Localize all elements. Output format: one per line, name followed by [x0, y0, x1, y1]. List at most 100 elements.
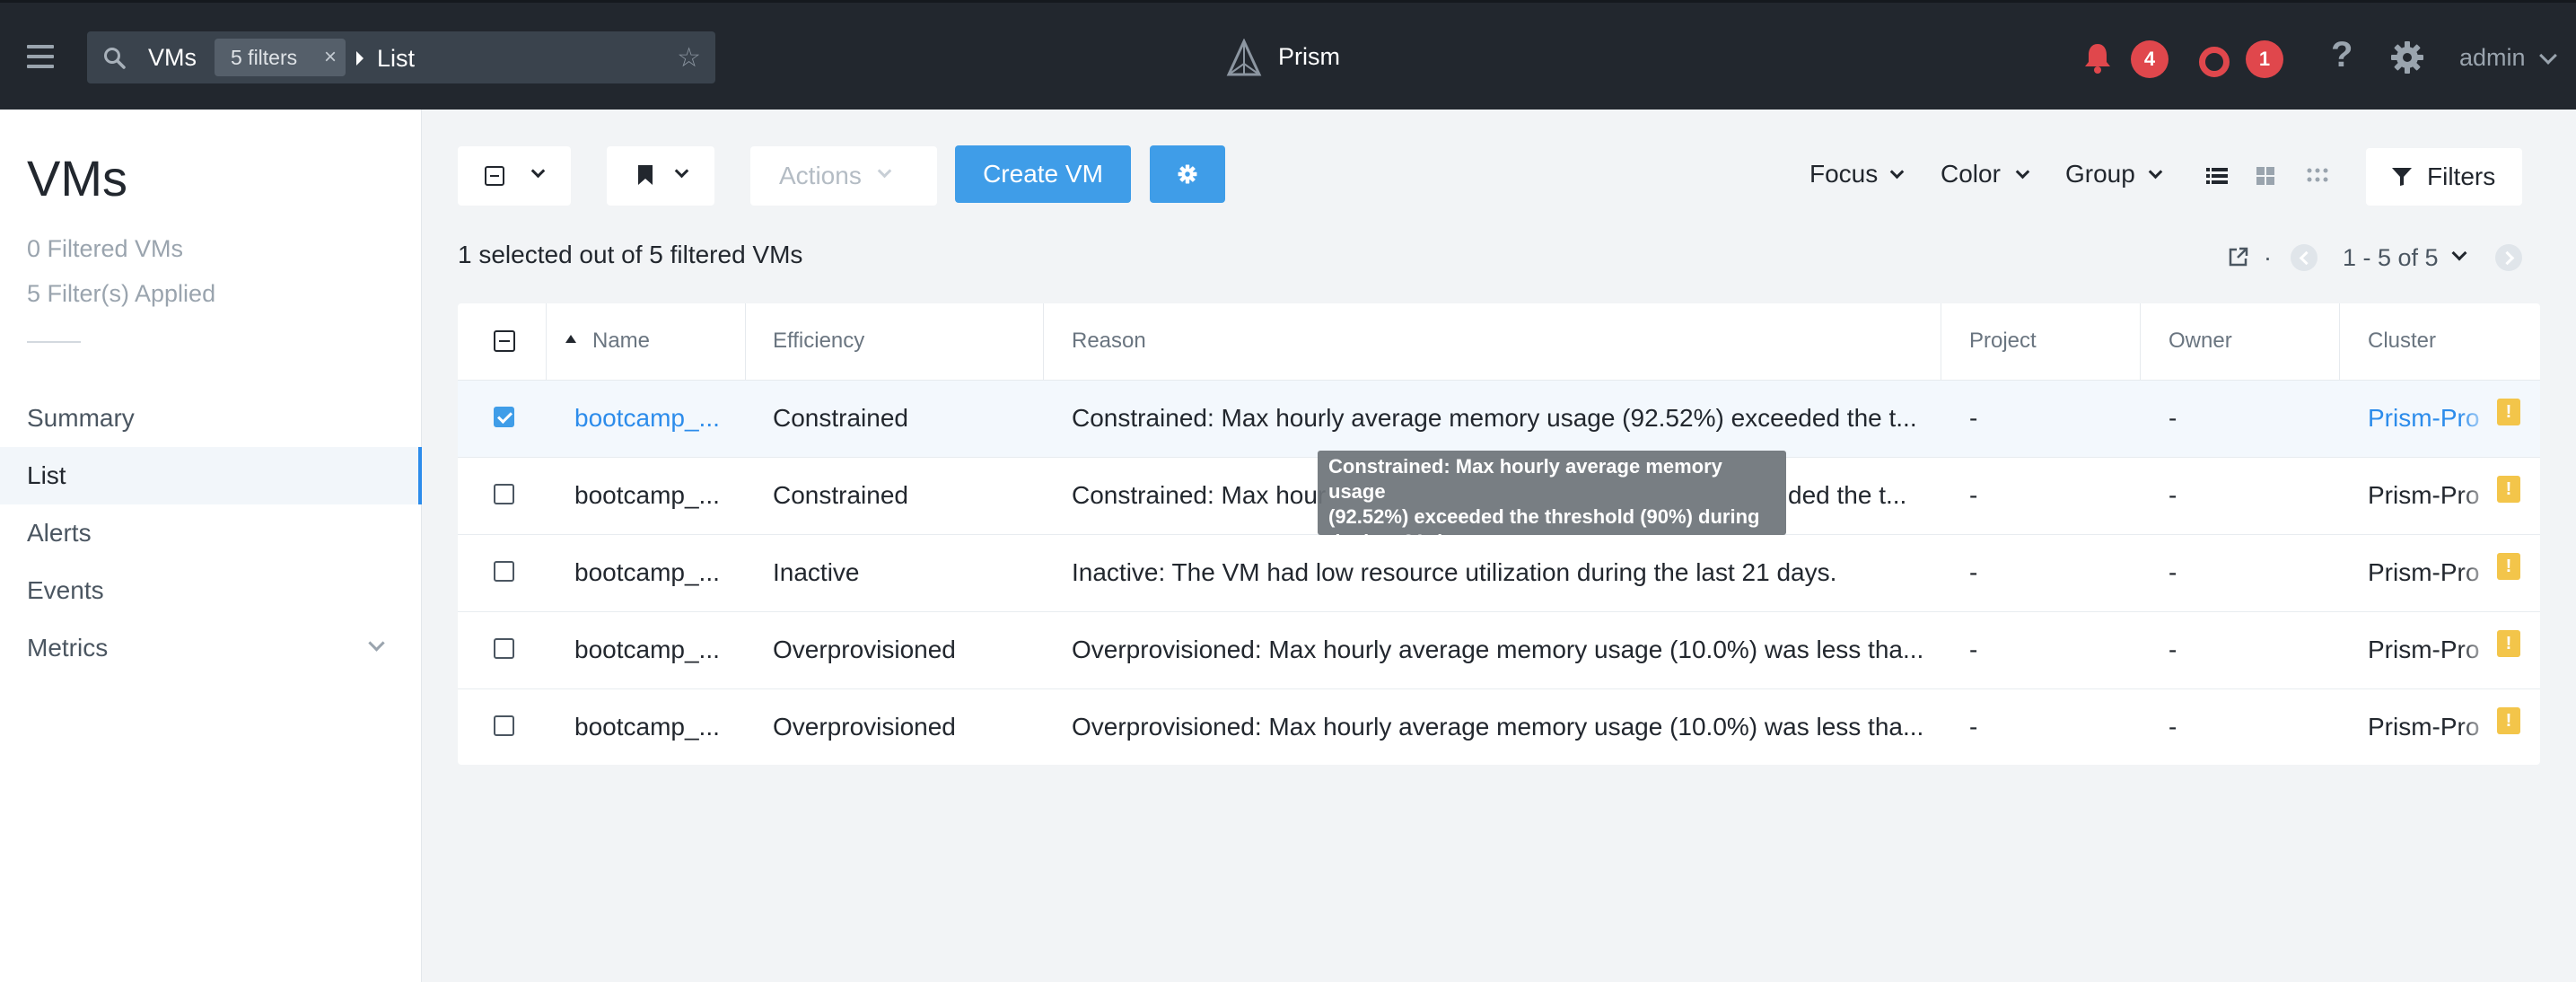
- warning-icon[interactable]: !: [2497, 707, 2520, 734]
- table-header: Name Efficiency Reason Project Owner Clu…: [458, 303, 2540, 381]
- vm-name[interactable]: bootcamp_...: [574, 558, 720, 587]
- create-vm-button[interactable]: Create VM: [955, 145, 1131, 203]
- search-icon: [104, 48, 126, 69]
- row-checkbox[interactable]: [494, 484, 514, 504]
- chevron-down-icon[interactable]: [2015, 164, 2030, 180]
- alerts-count-badge[interactable]: 4: [2131, 40, 2169, 78]
- sidebar-item-metrics[interactable]: Metrics: [0, 619, 422, 677]
- tasks-ring-icon[interactable]: [2199, 47, 2230, 77]
- warning-icon[interactable]: !: [2497, 630, 2520, 657]
- chevron-down-icon: [674, 163, 689, 179]
- sidebar-item-alerts[interactable]: Alerts: [0, 504, 422, 562]
- cell-fade: [2459, 544, 2495, 598]
- column-divider: [2140, 303, 2141, 381]
- filtered-count: 0 Filtered VMs: [27, 235, 184, 262]
- efficiency-cell: Constrained: [773, 404, 908, 432]
- hamburger-menu-icon[interactable]: [27, 45, 54, 68]
- row-checkbox[interactable]: [494, 407, 514, 427]
- column-header-name[interactable]: Name: [592, 329, 650, 354]
- select-all-checkbox[interactable]: [494, 330, 515, 352]
- column-header-cluster[interactable]: Cluster: [2368, 329, 2436, 354]
- breadcrumb-current: List: [377, 45, 416, 72]
- column-divider: [546, 303, 547, 381]
- vm-name[interactable]: bootcamp_...: [574, 481, 720, 510]
- column-header-efficiency[interactable]: Efficiency: [773, 329, 864, 354]
- sort-ascending-icon[interactable]: [565, 335, 576, 343]
- project-cell: -: [1969, 481, 1978, 509]
- warning-icon[interactable]: !: [2497, 476, 2520, 503]
- chevron-down-icon[interactable]: [368, 635, 385, 652]
- sidebar-item-list[interactable]: List: [0, 447, 422, 504]
- chevron-down-icon[interactable]: [2148, 164, 2163, 180]
- cell-fade: [2459, 621, 2495, 675]
- cell-fade: [2459, 467, 2495, 521]
- alerts-bell-icon[interactable]: [2081, 40, 2115, 75]
- tasks-count-badge[interactable]: 1: [2246, 40, 2283, 78]
- settings-button[interactable]: [1150, 145, 1225, 203]
- column-header-reason[interactable]: Reason: [1072, 329, 1146, 354]
- chevron-down-icon[interactable]: [1889, 164, 1905, 180]
- warning-icon[interactable]: !: [2497, 399, 2520, 425]
- sidebar: VMs 0 Filtered VMs 5 Filter(s) Applied S…: [0, 110, 422, 982]
- efficiency-cell: Constrained: [773, 481, 908, 509]
- filter-chip[interactable]: 5 filters ×: [215, 39, 346, 76]
- column-header-owner[interactable]: Owner: [2169, 329, 2232, 354]
- table-row[interactable]: bootcamp_... Overprovisioned Overprovisi…: [458, 689, 2540, 767]
- sidebar-item-summary[interactable]: Summary: [0, 390, 422, 447]
- previous-page-icon[interactable]: [2291, 244, 2318, 271]
- efficiency-cell: Overprovisioned: [773, 636, 956, 663]
- gear-icon[interactable]: [2389, 39, 2425, 75]
- grid-view-icon[interactable]: [2255, 165, 2276, 187]
- filters-button[interactable]: Filters: [2366, 148, 2522, 206]
- project-cell: -: [1969, 404, 1978, 432]
- efficiency-cell: Inactive: [773, 558, 860, 586]
- column-divider: [2339, 303, 2340, 381]
- sidebar-item-metrics-label: Metrics: [27, 634, 109, 662]
- vm-name[interactable]: bootcamp_...: [574, 636, 720, 664]
- group-dropdown[interactable]: Group: [2065, 160, 2135, 189]
- project-cell: -: [1969, 636, 1978, 663]
- chevron-down-icon[interactable]: [2451, 245, 2467, 261]
- user-menu-label[interactable]: admin: [2459, 44, 2526, 72]
- sidebar-item-events[interactable]: Events: [0, 562, 422, 619]
- vm-name-link[interactable]: bootcamp_...: [574, 404, 720, 433]
- table-row[interactable]: bootcamp_... Constrained Constrained: Ma…: [458, 381, 2540, 458]
- export-icon[interactable]: [2228, 246, 2249, 267]
- filters-label: Filters: [2427, 162, 2496, 190]
- focus-dropdown[interactable]: Focus: [1809, 160, 1878, 189]
- prism-logo-icon: [1226, 39, 1262, 76]
- row-checkbox[interactable]: [494, 638, 514, 659]
- warning-icon[interactable]: !: [2497, 553, 2520, 580]
- brand-name: Prism: [1278, 43, 1340, 70]
- row-checkbox[interactable]: [494, 715, 514, 736]
- project-cell: -: [1969, 558, 1978, 586]
- select-dropdown-button[interactable]: [458, 146, 571, 206]
- row-checkbox[interactable]: [494, 561, 514, 582]
- bookmark-dropdown-button[interactable]: [607, 146, 714, 206]
- vm-name[interactable]: bootcamp_...: [574, 713, 720, 741]
- reason-cell: Overprovisioned: Max hourly average memo…: [1072, 636, 1924, 663]
- owner-cell: -: [2169, 558, 2177, 586]
- table-row[interactable]: bootcamp_... Overprovisioned Overprovisi…: [458, 612, 2540, 689]
- column-divider: [745, 303, 746, 381]
- select-all-toggle-icon: [485, 166, 504, 186]
- filters-applied: 5 Filter(s) Applied: [27, 280, 216, 307]
- list-view-icon[interactable]: [2206, 165, 2228, 187]
- pager-separator: ·: [2264, 244, 2272, 271]
- next-page-icon[interactable]: [2495, 244, 2522, 271]
- bookmark-star-icon[interactable]: ☆: [677, 42, 701, 74]
- chevron-down-icon[interactable]: [2539, 47, 2557, 65]
- bookmark-icon: [638, 165, 653, 185]
- filter-chip-label: 5 filters: [231, 46, 298, 69]
- cell-fade: [2459, 698, 2495, 752]
- actions-dropdown[interactable]: Actions: [750, 146, 937, 206]
- tile-view-icon[interactable]: [2307, 165, 2328, 187]
- reason-cell: Overprovisioned: Max hourly average memo…: [1072, 713, 1924, 741]
- gear-icon: [1178, 164, 1197, 184]
- help-icon[interactable]: ?: [2331, 35, 2353, 75]
- color-dropdown[interactable]: Color: [1941, 160, 2001, 189]
- search-bar[interactable]: VMs 5 filters × List ☆: [87, 31, 715, 83]
- cell-fade: [2459, 390, 2495, 443]
- column-header-project[interactable]: Project: [1969, 329, 2037, 354]
- filter-chip-close-icon[interactable]: ×: [324, 39, 337, 76]
